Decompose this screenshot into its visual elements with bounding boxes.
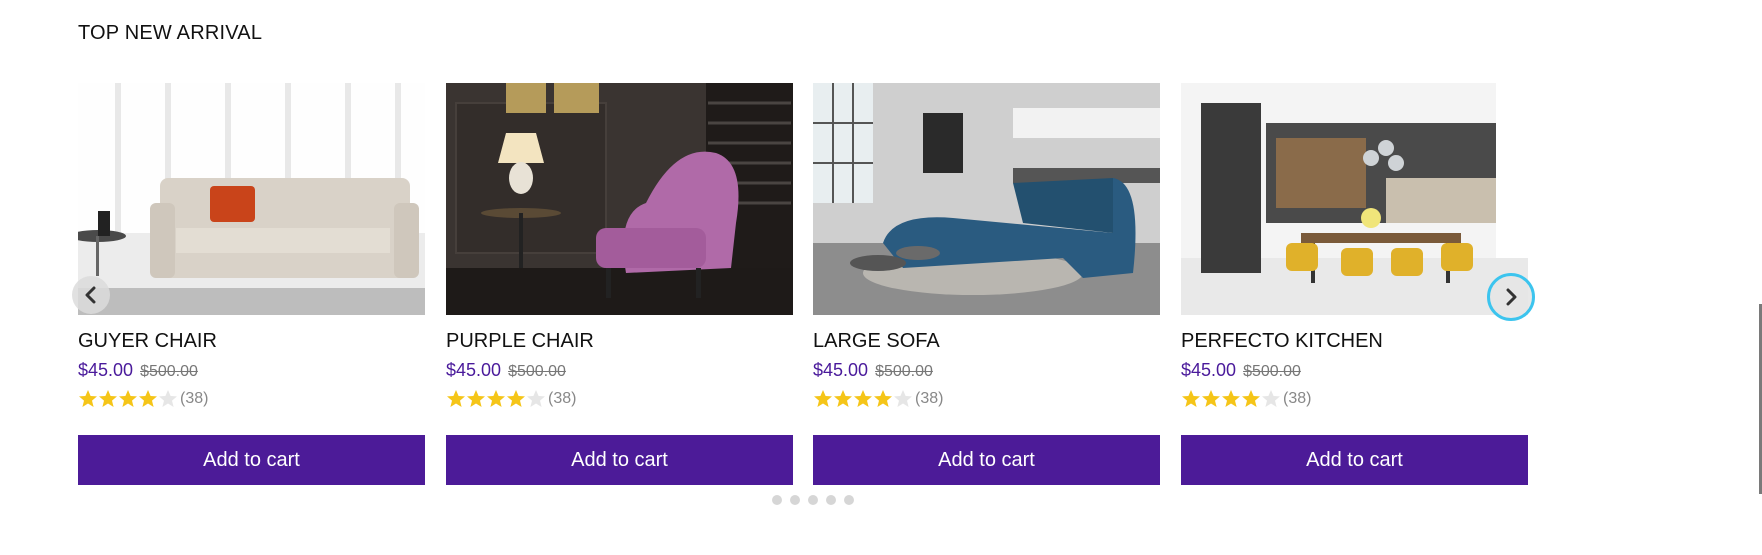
product-prices: $45.00 $500.00 bbox=[813, 360, 1160, 384]
product-title[interactable]: GUYER CHAIR bbox=[78, 330, 425, 356]
pagination-dot[interactable] bbox=[772, 495, 782, 505]
product-prices: $45.00 $500.00 bbox=[1181, 360, 1528, 384]
star-icon bbox=[814, 390, 832, 407]
product-image[interactable] bbox=[813, 83, 1160, 315]
add-to-cart-button[interactable]: Add to cart bbox=[78, 435, 425, 485]
product-title[interactable]: PERFECTO KITCHEN bbox=[1181, 330, 1528, 356]
chevron-left-icon bbox=[85, 286, 96, 304]
star-icon bbox=[834, 390, 852, 407]
star-icon bbox=[487, 390, 505, 407]
add-to-cart-button[interactable]: Add to cart bbox=[813, 435, 1160, 485]
star-icon bbox=[447, 390, 465, 407]
product-price: $45.00 bbox=[78, 360, 134, 380]
star-icon bbox=[1182, 390, 1200, 407]
product-rating: (38) bbox=[446, 387, 793, 411]
pagination-dot[interactable] bbox=[790, 495, 800, 505]
product-card: LARGE SOFA $45.00 $500.00 (38) Add to ca… bbox=[813, 83, 1160, 485]
star-icon bbox=[139, 390, 157, 407]
star-icon bbox=[467, 390, 485, 407]
product-rating: (38) bbox=[813, 387, 1160, 411]
star-empty-icon bbox=[527, 390, 545, 407]
rating-count: (38) bbox=[1283, 390, 1312, 407]
star-empty-icon bbox=[159, 390, 177, 407]
star-empty-icon bbox=[894, 390, 912, 407]
pagination-dot[interactable] bbox=[844, 495, 854, 505]
star-icon bbox=[854, 390, 872, 407]
chevron-right-icon bbox=[1506, 288, 1517, 306]
product-rating: (38) bbox=[78, 387, 425, 411]
product-old-price: $500.00 bbox=[875, 363, 933, 380]
star-icon bbox=[99, 390, 117, 407]
product-title[interactable]: LARGE SOFA bbox=[813, 330, 1160, 356]
rating-count: (38) bbox=[180, 390, 209, 407]
carousel-pagination bbox=[772, 495, 854, 505]
product-card: PURPLE CHAIR $45.00 $500.00 (38) Add to … bbox=[446, 83, 793, 485]
star-icon bbox=[1202, 390, 1220, 407]
add-to-cart-button[interactable]: Add to cart bbox=[1181, 435, 1528, 485]
star-icon bbox=[119, 390, 137, 407]
product-image[interactable] bbox=[78, 83, 425, 315]
product-old-price: $500.00 bbox=[1243, 363, 1301, 380]
rating-count: (38) bbox=[548, 390, 577, 407]
carousel-next-button[interactable] bbox=[1487, 273, 1535, 321]
product-prices: $45.00 $500.00 bbox=[446, 360, 793, 384]
carousel-prev-button[interactable] bbox=[72, 276, 110, 314]
product-card: GUYER CHAIR $45.00 $500.00 (38) Add to c… bbox=[78, 83, 425, 485]
product-price: $45.00 bbox=[1181, 360, 1237, 380]
product-old-price: $500.00 bbox=[140, 363, 198, 380]
star-icon bbox=[79, 390, 97, 407]
star-icon bbox=[1242, 390, 1260, 407]
pagination-dot[interactable] bbox=[826, 495, 836, 505]
product-old-price: $500.00 bbox=[508, 363, 566, 380]
product-card: PERFECTO KITCHEN $45.00 $500.00 (38) Add… bbox=[1181, 83, 1528, 485]
add-to-cart-button[interactable]: Add to cart bbox=[446, 435, 793, 485]
product-price: $45.00 bbox=[446, 360, 502, 380]
product-price: $45.00 bbox=[813, 360, 869, 380]
star-icon bbox=[507, 390, 525, 407]
product-prices: $45.00 $500.00 bbox=[78, 360, 425, 384]
star-empty-icon bbox=[1262, 390, 1280, 407]
product-image[interactable] bbox=[1181, 83, 1528, 315]
product-title[interactable]: PURPLE CHAIR bbox=[446, 330, 793, 356]
product-rating: (38) bbox=[1181, 387, 1528, 411]
star-icon bbox=[1222, 390, 1240, 407]
rating-count: (38) bbox=[915, 390, 944, 407]
product-image[interactable] bbox=[446, 83, 793, 315]
star-icon bbox=[874, 390, 892, 407]
pagination-dot[interactable] bbox=[808, 495, 818, 505]
section-title: TOP NEW ARRIVAL bbox=[78, 22, 263, 44]
product-carousel: GUYER CHAIR $45.00 $500.00 (38) Add to c… bbox=[78, 83, 1532, 513]
